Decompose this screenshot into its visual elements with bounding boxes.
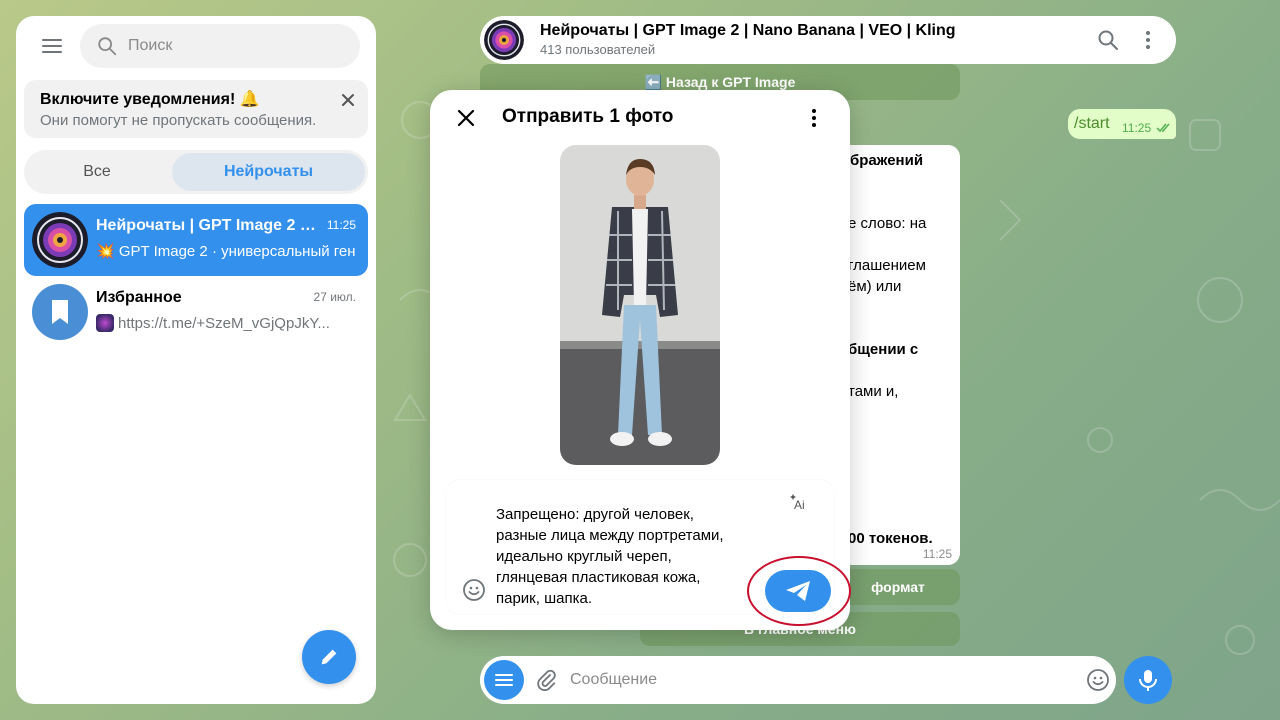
chat-preview: https://t.me/+SzeM_vGjQpJkY... <box>96 314 356 332</box>
tab-neurochats[interactable]: Нейрочаты <box>172 153 365 191</box>
search-box[interactable] <box>80 24 360 68</box>
composer-bar <box>480 656 1116 704</box>
microphone-icon <box>1139 670 1157 691</box>
neurochats-logo-icon <box>484 20 524 60</box>
message-input[interactable] <box>570 668 1050 692</box>
chat-preview: 💥 GPT Image 2 · универсальный генератор <box>96 243 356 260</box>
message-time: 11:25 <box>1122 121 1152 135</box>
bookmark-icon <box>52 300 68 324</box>
message-fragment: глашением <box>848 257 926 274</box>
avatar <box>32 284 88 340</box>
message-fragment: бражений <box>850 152 924 169</box>
notification-subtitle: Они помогут не пропускать сообщения. <box>40 112 317 129</box>
photo-preview[interactable] <box>560 145 720 465</box>
hamburger-menu-button[interactable] <box>36 30 68 62</box>
more-vertical-icon[interactable] <box>1136 28 1160 52</box>
format-button[interactable]: формат <box>836 569 960 605</box>
message-fragment: бщении с <box>848 341 919 358</box>
chat-header-title: Нейрочаты | GPT Image 2 | Nano Banana | … <box>540 22 956 39</box>
pencil-icon <box>321 649 337 665</box>
chat-time: 27 июл. <box>313 290 356 304</box>
chat-title: Нейрочаты | GPT Image 2 | Nano Banana | … <box>96 217 316 234</box>
ai-sparkle-icon[interactable]: Ai <box>790 492 810 512</box>
paper-plane-icon <box>786 581 810 601</box>
person-photo-image <box>560 145 720 465</box>
message-text: /start <box>1074 115 1110 132</box>
message-fragment: 00 токенов. <box>848 530 933 547</box>
paperclip-icon[interactable] <box>534 668 558 692</box>
tab-all[interactable]: Все <box>27 153 167 191</box>
message-fragment: е слово: на <box>848 215 927 232</box>
chat-title: Избранное <box>96 289 182 306</box>
chat-list-item-neurochats[interactable]: Нейрочаты | GPT Image 2 | Nano Banana | … <box>24 204 368 276</box>
notification-title: Включите уведомления! 🔔 <box>40 91 260 108</box>
chat-list-item-saved[interactable]: Избранное 27 июл. https://t.me/+SzeM_vGj… <box>24 276 368 348</box>
voice-record-button[interactable] <box>1124 656 1172 704</box>
chat-header-subtitle: 413 пользователей <box>540 42 656 57</box>
chat-time: 11:25 <box>326 218 356 232</box>
bot-menu-button[interactable] <box>484 660 524 700</box>
search-input[interactable] <box>128 37 328 55</box>
neurochats-logo-icon <box>32 212 88 268</box>
emoji-icon[interactable] <box>1086 668 1110 692</box>
new-message-button[interactable] <box>302 630 356 684</box>
message-time: 11:25 <box>922 547 952 561</box>
caption-text[interactable]: фотореализм. Запрещено: другой человек, … <box>496 480 776 609</box>
close-icon[interactable] <box>454 106 478 130</box>
search-icon <box>98 37 117 56</box>
message-composer <box>480 656 1176 704</box>
outgoing-message: /start 11:25 <box>1068 109 1176 139</box>
avatar <box>32 212 88 268</box>
more-vertical-icon[interactable] <box>802 106 826 130</box>
chat-header[interactable]: Нейрочаты | GPT Image 2 | Nano Banana | … <box>480 16 1176 64</box>
close-icon[interactable] <box>338 90 358 110</box>
chat-preview-text: https://t.me/+SzeM_vGjQpJkY... <box>118 314 330 332</box>
dialog-title: Отправить 1 фото <box>502 106 674 127</box>
double-check-icon <box>1156 123 1170 133</box>
emoji-icon[interactable] <box>462 578 486 602</box>
menu-icon <box>495 674 513 686</box>
send-photo-dialog: Отправить 1 фото Запрещено: другой челов… <box>430 90 850 630</box>
notification-banner: Включите уведомления! 🔔 Они помогут не п… <box>24 80 368 138</box>
message-fragment: ём) или <box>848 278 902 295</box>
svg-text:Ai: Ai <box>794 498 805 512</box>
chat-sidebar: Включите уведомления! 🔔 Они помогут не п… <box>16 16 376 704</box>
avatar[interactable] <box>484 20 524 60</box>
sidebar-top-bar <box>16 16 376 72</box>
folder-tabs: Все Нейрочаты <box>24 150 368 194</box>
link-thumbnail-icon <box>96 314 114 332</box>
send-button[interactable] <box>765 570 831 612</box>
search-icon[interactable] <box>1096 28 1120 52</box>
hamburger-icon <box>42 39 62 53</box>
message-fragment: тами и, <box>848 383 899 400</box>
